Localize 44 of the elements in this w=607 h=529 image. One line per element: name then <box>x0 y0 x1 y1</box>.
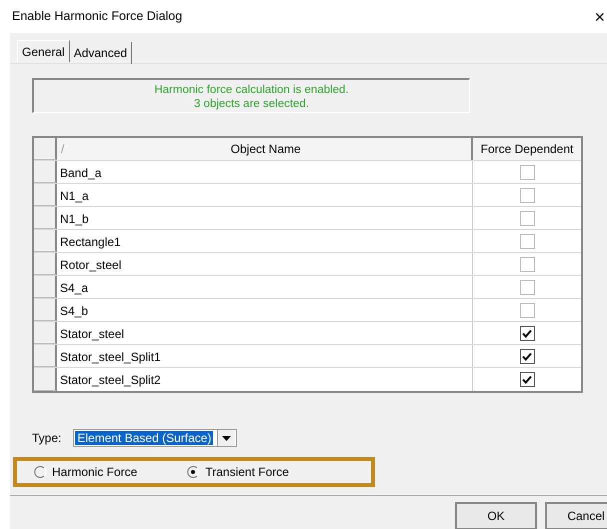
type-dropdown[interactable]: Element Based (Surface) <box>73 429 238 447</box>
checkbox[interactable] <box>520 234 534 248</box>
checkbox[interactable] <box>520 326 534 340</box>
dialog-button[interactable]: OK <box>455 502 537 529</box>
checkbox[interactable] <box>520 302 534 318</box>
radio-empty-icon[interactable] <box>34 466 46 478</box>
row-header[interactable] <box>34 230 57 252</box>
close-icon[interactable]: × <box>594 8 605 26</box>
checkbox[interactable] <box>520 372 534 387</box>
radio-button[interactable]: Harmonic Force <box>34 463 138 481</box>
checkbox[interactable] <box>520 164 534 180</box>
checkbox[interactable] <box>520 280 534 294</box>
row-header[interactable] <box>34 184 57 206</box>
row-header[interactable] <box>34 345 57 367</box>
dialog-button[interactable]: Cancel <box>545 502 607 529</box>
table-cell: Rotor_steel <box>57 253 473 275</box>
table-cell: Stator_steel_Split2 <box>57 368 473 391</box>
table-cell: N1_a <box>57 184 473 206</box>
window-title: Enable Harmonic Force Dialog <box>12 8 182 26</box>
radio-button[interactable]: Transient Force <box>187 463 289 481</box>
row-header[interactable] <box>34 207 57 229</box>
row-header[interactable] <box>34 253 57 275</box>
row-header[interactable] <box>34 368 57 391</box>
table-cell: Band_a <box>57 161 473 183</box>
table-cell: S4_a <box>57 276 473 298</box>
column-header[interactable]: Object Name <box>230 140 301 158</box>
type-label: Type: <box>32 430 62 447</box>
table-cell: S4_b <box>57 299 473 321</box>
table-cell: Rectangle1 <box>57 230 473 252</box>
checkbox[interactable] <box>520 348 534 364</box>
table-cell: Stator_steel <box>57 322 473 344</box>
tab[interactable]: Advanced <box>70 42 132 64</box>
checkbox[interactable] <box>520 210 534 226</box>
table-cell: Stator_steel_Split1 <box>57 345 473 367</box>
checkbox[interactable] <box>520 256 534 272</box>
row-header[interactable] <box>34 276 57 298</box>
radio-selected-icon[interactable] <box>187 466 200 478</box>
row-header[interactable] <box>34 299 57 321</box>
checkbox[interactable] <box>520 188 534 202</box>
row-header[interactable] <box>34 161 57 183</box>
status-message: Harmonic force calculation is enabled. 3 objects are selected. <box>32 78 470 113</box>
row-header[interactable] <box>34 322 57 344</box>
tab[interactable]: General <box>17 40 70 62</box>
table-cell: N1_b <box>57 207 473 229</box>
